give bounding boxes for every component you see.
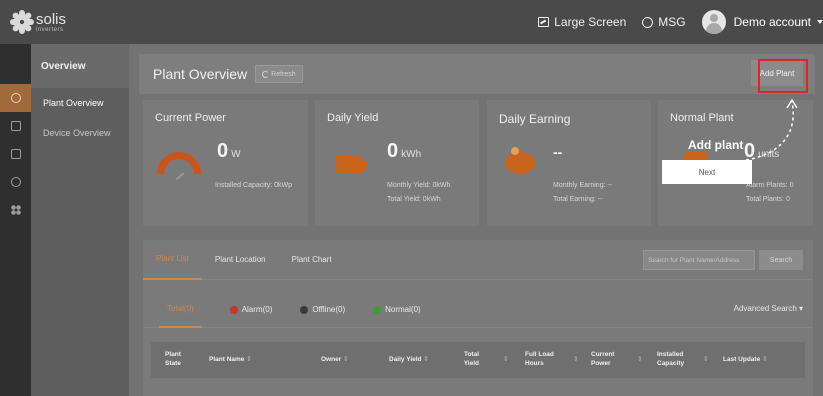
apps-grid-icon	[10, 205, 21, 215]
battery-icon	[335, 156, 367, 174]
next-button[interactable]: Next	[662, 160, 752, 184]
filter-offline-label: Offline(0)	[312, 305, 346, 314]
th-total-yield[interactable]: Total Yield	[457, 350, 479, 368]
daily-yield-card: Daily Yield 0 kWh Monthly Yield: 0kWh Tot…	[315, 100, 479, 226]
refresh-icon	[262, 70, 270, 78]
subnav-item-device-overview[interactable]: Device Overview	[31, 118, 129, 148]
current-power-card: Current Power 0W Installed Capacity: 0kW…	[143, 100, 308, 226]
th-current-power-sort[interactable]: ⇕	[637, 355, 642, 364]
msg-button[interactable]: MSG	[642, 15, 686, 29]
daily-earning-value: --	[553, 144, 563, 160]
eye-icon	[10, 177, 21, 187]
large-screen-button[interactable]: Large Screen	[538, 15, 626, 29]
tab-plant-location[interactable]: Plant Location	[202, 240, 279, 280]
th-daily-yield[interactable]: Daily Yield ⇕	[389, 355, 429, 364]
logo-sub: inverters	[36, 26, 64, 33]
msg-label: MSG	[658, 15, 686, 29]
page-header: Plant Overview Refresh Add Plant	[139, 54, 815, 94]
daily-earning-card: Daily Earning -- Monthly Earning: -- Tot…	[487, 100, 651, 226]
device-icon	[10, 121, 21, 131]
filter-total[interactable]: Total(0)	[159, 292, 202, 328]
normal-dot-icon	[373, 305, 382, 314]
rail-item-apps[interactable]	[0, 196, 31, 224]
filter-alarm[interactable]: Alarm(0)	[229, 305, 273, 314]
status-filters: Total(0) Alarm(0) Offline(0) Normal(0) A…	[143, 292, 813, 328]
message-icon	[642, 16, 654, 28]
current-power-unit: W	[231, 149, 241, 160]
tooltip-title: Add plant	[688, 138, 744, 152]
secondary-nav: Overview Plant Overview Device Overview	[31, 44, 129, 396]
rail-item-overview[interactable]	[0, 84, 31, 112]
refresh-label: Refresh	[271, 70, 296, 78]
plant-list-panel: Plant List Plant Location Plant Chart Se…	[143, 240, 813, 396]
tab-plant-list[interactable]: Plant List	[143, 240, 202, 280]
sun-logo-icon	[10, 10, 34, 34]
total-yield: Total Yield: 0kWh	[387, 196, 441, 203]
rail-item-devices[interactable]	[0, 112, 31, 140]
card-title: Current Power	[155, 112, 226, 124]
th-owner[interactable]: Owner ⇕	[321, 355, 349, 364]
advanced-search-button[interactable]: Advanced Search ▾	[734, 304, 803, 313]
th-current-power[interactable]: Current Power	[591, 350, 619, 368]
monthly-earning: Monthly Earning: --	[553, 182, 613, 189]
guide-arrow-icon	[745, 98, 798, 161]
logo-name: solis	[36, 10, 67, 28]
offline-dot-icon	[300, 305, 309, 314]
subnav-heading[interactable]: Overview	[31, 44, 129, 88]
add-plant-highlight	[758, 59, 808, 93]
th-total-yield-sort[interactable]: ⇕	[503, 355, 508, 364]
chevron-down-icon[interactable]	[817, 20, 823, 24]
current-power-value: 0W	[217, 140, 241, 162]
card-title: Daily Yield	[327, 112, 379, 124]
th-installed-capacity[interactable]: Installed Capacity	[657, 350, 691, 368]
daily-yield-value: 0 kWh	[387, 140, 422, 162]
th-full-load-sort[interactable]: ⇕	[573, 355, 578, 364]
th-plant-state[interactable]: Plant State	[165, 350, 189, 368]
gauge-icon	[157, 152, 201, 181]
daily-yield-unit: kWh	[401, 149, 422, 160]
overview-icon	[10, 93, 21, 103]
refresh-button[interactable]: Refresh	[255, 65, 303, 83]
large-screen-label: Large Screen	[554, 15, 627, 29]
search-input[interactable]: Search for Plant Name/Address	[643, 250, 755, 270]
account-name[interactable]: Demo account	[734, 15, 811, 29]
search-button[interactable]: Search	[759, 250, 803, 270]
th-installed-sort[interactable]: ⇕	[703, 355, 708, 364]
th-plant-name[interactable]: Plant Name ⇕	[209, 355, 252, 364]
filter-normal[interactable]: Normal(0)	[373, 305, 421, 314]
solis-logo[interactable]: solis inverters	[10, 10, 66, 34]
table-header: Plant State Plant Name ⇕ Owner ⇕ Daily Y…	[151, 342, 805, 378]
alarm-dot-icon	[229, 305, 238, 314]
installed-capacity: Installed Capacity: 0kWp	[215, 182, 293, 189]
page-title: Plant Overview	[153, 66, 248, 82]
th-last-update[interactable]: Last Update ⇕	[723, 355, 767, 364]
tab-plant-chart[interactable]: Plant Chart	[279, 240, 345, 280]
filter-alarm-label: Alarm(0)	[241, 305, 273, 314]
rail-spacer	[0, 44, 31, 84]
filter-offline[interactable]: Offline(0)	[300, 305, 345, 314]
filter-normal-label: Normal(0)	[385, 305, 421, 314]
large-screen-icon	[538, 17, 550, 27]
th-full-load-hours[interactable]: Full Load Hours	[525, 350, 555, 368]
piggy-bank-icon	[505, 147, 535, 174]
main-content: Plant Overview Refresh Add Plant Current…	[129, 44, 823, 396]
total-plants: Total Plants: 0	[746, 196, 790, 203]
top-bar: solis inverters Large Screen MSG Demo ac…	[0, 0, 823, 44]
card-title: Daily Earning	[499, 112, 571, 126]
app-root: solis inverters Large Screen MSG Demo ac…	[0, 0, 823, 396]
subnav-item-plant-overview[interactable]: Plant Overview	[31, 88, 129, 118]
icon-rail	[0, 44, 31, 396]
monthly-yield: Monthly Yield: 0kWh	[387, 182, 451, 189]
total-earning: Total Earning: --	[553, 196, 603, 203]
rail-item-reports[interactable]	[0, 140, 31, 168]
alarm-plants: Alarm Plants: 0	[746, 182, 794, 189]
card-title: Normal Plant	[670, 112, 734, 124]
rail-item-monitor[interactable]	[0, 168, 31, 196]
avatar[interactable]	[701, 10, 726, 34]
report-icon	[10, 149, 21, 159]
